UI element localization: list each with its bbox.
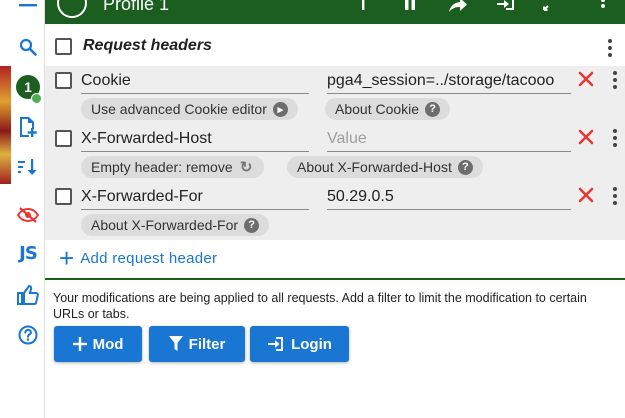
empty-header-remove-chip[interactable]: Empty header: remove ↻ <box>81 156 264 178</box>
chip-label: About X-Forwarded-Host <box>297 159 452 175</box>
header-enable-checkbox[interactable] <box>55 188 72 205</box>
help-icon: ? <box>244 217 260 233</box>
search-icon[interactable] <box>11 32 45 62</box>
filter-button-label: Filter <box>188 335 226 353</box>
app-frame: 1 JS Profile 1 Request headers Cookie pg… <box>0 0 625 418</box>
header-value-input[interactable]: pga4_session=../storage/tacooo <box>327 70 571 94</box>
add-icon[interactable] <box>350 0 376 16</box>
request-headers-list: Cookie pga4_session=../storage/tacooo Us… <box>45 66 625 240</box>
thumbs-up-icon[interactable] <box>11 280 45 310</box>
add-mod-button[interactable]: Mod <box>54 326 142 362</box>
request-headers-section-header: Request headers <box>45 34 625 60</box>
delete-header-icon[interactable] <box>577 70 595 88</box>
header-value-input[interactable]: Value <box>327 128 571 152</box>
header-row: X-Forwarded-Host Value Empty header: rem… <box>45 124 625 182</box>
header-name-input[interactable]: X-Forwarded-For <box>81 186 309 210</box>
delete-header-icon[interactable] <box>577 186 595 204</box>
header-value-input[interactable]: 50.29.0.5 <box>327 186 571 210</box>
delete-header-icon[interactable] <box>577 128 595 146</box>
header-name-input[interactable]: X-Forwarded-Host <box>81 128 309 152</box>
collapse-icon[interactable] <box>537 0 563 16</box>
plus-icon: + <box>59 243 75 273</box>
js-icon[interactable]: JS <box>11 238 45 268</box>
header-name-input[interactable]: Cookie <box>81 70 309 94</box>
help-icon[interactable] <box>11 320 45 350</box>
add-file-icon[interactable] <box>11 112 45 142</box>
share-icon[interactable] <box>445 0 471 16</box>
header-enable-checkbox[interactable] <box>55 72 72 89</box>
header-more-icon[interactable] <box>610 70 620 90</box>
sort-icon[interactable] <box>11 152 45 182</box>
header-more-icon[interactable] <box>610 186 620 206</box>
modification-scope-note: Your modifications are being applied to … <box>53 291 587 321</box>
help-icon: ? <box>425 101 441 117</box>
add-request-header-label: Add request header <box>80 249 218 267</box>
modifications-content: Request headers Cookie pga4_session=../s… <box>45 24 625 418</box>
header-more-icon[interactable] <box>610 128 620 148</box>
chip-label: About Cookie <box>335 101 420 117</box>
about-x-forwarded-host-chip[interactable]: About X-Forwarded-Host ? <box>287 156 483 178</box>
login-button[interactable]: Login <box>250 326 349 362</box>
section-more-icon[interactable] <box>605 38 615 58</box>
section-divider <box>45 278 625 280</box>
arrow-right-icon: ▸ <box>272 101 288 117</box>
about-cookie-chip[interactable]: About Cookie ? <box>325 98 451 120</box>
header-row: X-Forwarded-For 50.29.0.5 About X-Forwar… <box>45 182 625 240</box>
filter-icon <box>168 336 183 351</box>
profile-badge-number: 1 <box>24 79 32 95</box>
profile-header: Profile 1 <box>45 0 625 24</box>
plus-icon <box>72 337 87 351</box>
refresh-icon: ↻ <box>239 159 253 176</box>
mod-button-label: Mod <box>92 335 124 353</box>
add-filter-button[interactable]: Filter <box>149 326 245 362</box>
background-page-edge <box>0 0 11 418</box>
chip-label: About X-Forwarded-For <box>91 217 239 233</box>
profile-title: Profile 1 <box>103 0 170 14</box>
chip-label: Use advanced Cookie editor <box>91 101 267 117</box>
login-button-label: Login <box>291 335 332 353</box>
chip-label: Empty header: remove <box>91 159 233 175</box>
sidebar: 1 JS <box>11 0 45 418</box>
js-label: JS <box>19 242 38 264</box>
profile-active-check-icon <box>31 93 42 104</box>
section-enable-checkbox[interactable] <box>55 38 72 55</box>
header-row: Cookie pga4_session=../storage/tacooo Us… <box>45 66 625 124</box>
menu-icon[interactable] <box>11 0 45 20</box>
header-enable-checkbox[interactable] <box>55 130 72 147</box>
background-artwork <box>0 66 11 184</box>
pause-icon[interactable] <box>397 0 423 16</box>
advanced-cookie-editor-chip[interactable]: Use advanced Cookie editor ▸ <box>81 98 298 120</box>
profile-circle-icon <box>57 0 87 18</box>
help-icon: ? <box>457 159 473 175</box>
about-x-forwarded-for-chip[interactable]: About X-Forwarded-For ? <box>81 214 270 236</box>
hide-icon[interactable] <box>11 200 45 230</box>
add-request-header-button[interactable]: + Add request header <box>59 243 218 273</box>
section-title: Request headers <box>83 37 212 54</box>
login-icon[interactable] <box>493 0 519 16</box>
login-icon <box>268 337 284 351</box>
more-vert-icon[interactable] <box>590 0 616 16</box>
